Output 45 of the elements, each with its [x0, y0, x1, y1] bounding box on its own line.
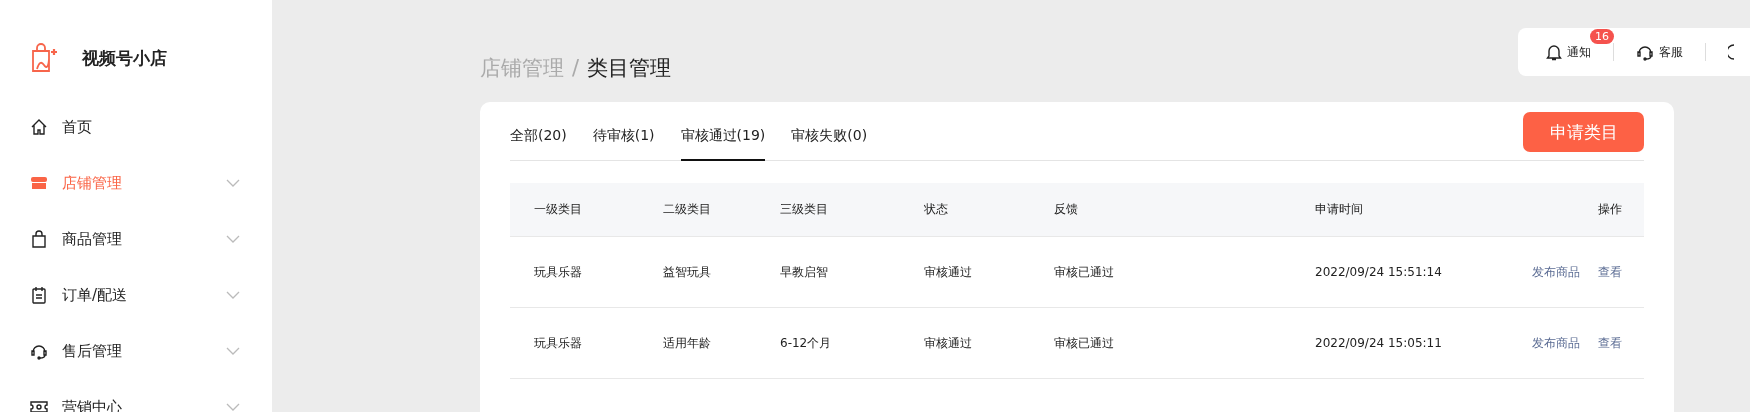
sidebar-item[interactable]: 首页: [30, 99, 240, 155]
tab[interactable]: 审核通过(19): [680, 113, 766, 161]
store-icon: [30, 174, 48, 192]
headset-icon: [1636, 43, 1654, 61]
action-link[interactable]: 查看: [1598, 334, 1622, 352]
table-cell-text: 2022/09/24 15:05:11: [1315, 336, 1443, 350]
bell-icon: [1546, 43, 1562, 61]
toolbar-button[interactable]: 通知: [1546, 43, 1591, 61]
action-link[interactable]: 发布商品: [1532, 263, 1580, 281]
sidebar-item[interactable]: 订单/配送: [30, 267, 240, 323]
column-header: 操作: [1597, 201, 1622, 218]
table-cell-text: 早教启智: [780, 263, 829, 281]
tab[interactable]: 全部(20): [510, 113, 567, 161]
action-link[interactable]: 查看: [1598, 263, 1622, 281]
tab[interactable]: 待审核(1): [592, 113, 655, 161]
table-cell-text: 6-12个月: [780, 334, 833, 352]
tab[interactable]: 审核失败(0): [791, 113, 868, 161]
headset-icon: [30, 342, 48, 360]
table-cell-text: 审核通过: [924, 334, 973, 352]
breadcrumb-separator: /: [572, 56, 580, 80]
table-cell-text: 2022/09/24 15:51:14: [1315, 265, 1443, 279]
column-header: 二级类目: [663, 201, 712, 218]
column-header: 一级类目: [534, 201, 583, 218]
column-header: 状态: [924, 201, 949, 218]
table-cell-text: 审核已通过: [1054, 334, 1115, 352]
breadcrumb-item: 类目管理: [587, 55, 672, 82]
toolbar-button[interactable]: 客服: [1636, 43, 1683, 61]
column-header: 反馈: [1054, 201, 1079, 218]
sidebar-item[interactable]: 商品管理: [30, 211, 240, 267]
table-cell-text: 玩具乐器: [534, 263, 583, 281]
home-icon: [30, 118, 48, 136]
notification-badge: 16: [1590, 29, 1614, 44]
action-link[interactable]: 发布商品: [1532, 334, 1580, 352]
column-header: 三级类目: [780, 201, 829, 218]
ticket-icon: [30, 398, 48, 412]
clipboard-icon: [30, 286, 48, 304]
table-cell-text: 益智玩具: [663, 263, 712, 281]
table-cell-text: 玩具乐器: [534, 334, 583, 352]
sidebar-item[interactable]: 售后管理: [30, 323, 240, 379]
brand-name: 视频号小店: [82, 46, 167, 70]
table-cell-text: 适用年龄: [663, 334, 712, 352]
table-cell-text: 审核已通过: [1054, 263, 1115, 281]
table-cell-text: 审核通过: [924, 263, 973, 281]
column-header: 申请时间: [1315, 201, 1364, 218]
bag-icon: [30, 230, 48, 248]
